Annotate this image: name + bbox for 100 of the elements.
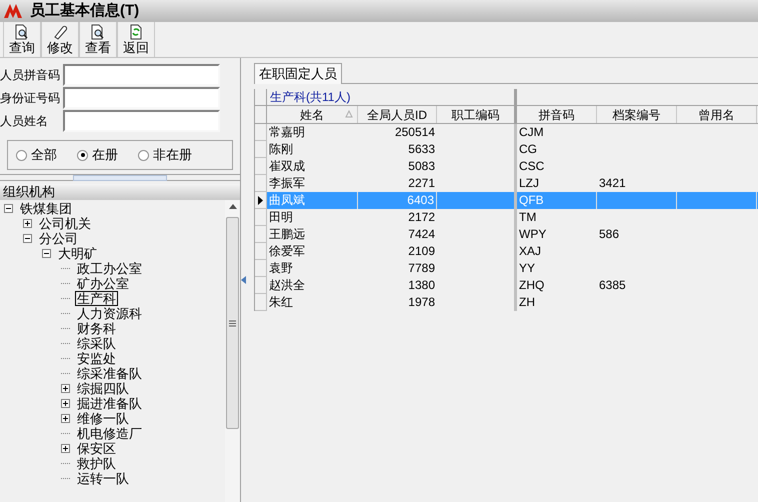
collapse-icon[interactable] xyxy=(42,249,51,258)
input-field[interactable] xyxy=(63,64,220,86)
column-header[interactable]: 职工编码 xyxy=(437,106,517,123)
tree-item[interactable]: 铁煤集团 xyxy=(18,201,74,216)
radio-option[interactable]: 非在册 xyxy=(138,145,192,165)
tree-item[interactable]: 矿办公室 xyxy=(75,276,131,291)
table-cell-text: 7424 xyxy=(407,226,436,243)
row-pointer-icon xyxy=(258,196,263,204)
search-icon xyxy=(14,24,30,40)
toolbar-button[interactable]: 查询 xyxy=(3,22,41,57)
expand-icon[interactable] xyxy=(61,444,70,453)
window-title: 员工基本信息(T) xyxy=(30,0,140,21)
input-field[interactable] xyxy=(63,87,220,109)
table-cell-text: TM xyxy=(518,209,538,226)
radio-button[interactable] xyxy=(138,150,149,160)
tree-item[interactable]: 安监处 xyxy=(75,351,118,366)
table-cell-text: 田明 xyxy=(268,209,294,226)
group-header: 生产科(共11人) xyxy=(267,89,517,105)
toolbar-button[interactable]: 返回 xyxy=(117,22,155,57)
table-cell-text: 5633 xyxy=(407,141,436,158)
column-header[interactable]: 全局人员ID xyxy=(358,106,437,123)
table-cell-text: 崔双成 xyxy=(268,158,306,175)
column-header[interactable]: 姓名 xyxy=(267,106,358,123)
tree-item[interactable]: 运转一队 xyxy=(75,471,131,486)
tree-item[interactable]: 综采准备队 xyxy=(75,366,144,381)
field-label: 人员拼音码 xyxy=(0,67,61,84)
radio-button[interactable] xyxy=(16,150,27,160)
table-cell-text: 王鹏远 xyxy=(268,226,306,243)
radio-option[interactable]: 在册 xyxy=(77,145,118,165)
table-cell-text: XAJ xyxy=(518,243,542,260)
table-cell-text: CG xyxy=(518,141,538,158)
table-row[interactable]: 朱红 1978 ZH xyxy=(255,294,758,311)
search-icon xyxy=(90,24,106,40)
table-cell-text: 2271 xyxy=(407,175,436,192)
expand-icon[interactable] xyxy=(61,399,70,408)
expand-icon[interactable] xyxy=(61,384,70,393)
tree-item[interactable]: 掘进准备队 xyxy=(75,396,144,411)
table-cell-text: 徐爱军 xyxy=(268,243,306,260)
tree-item[interactable]: 政工办公室 xyxy=(75,261,144,276)
expand-icon[interactable] xyxy=(23,219,32,228)
field-label: 人员姓名 xyxy=(0,113,49,130)
tree-item[interactable]: 大明矿 xyxy=(56,246,99,261)
table-cell-text: ZHQ xyxy=(518,277,546,294)
scroll-thumb[interactable] xyxy=(226,217,239,429)
tree-item[interactable]: 机电修造厂 xyxy=(75,426,144,441)
table-cell-text: 586 xyxy=(598,226,620,243)
tree-item[interactable]: 分公司 xyxy=(37,231,80,246)
table-cell-text: 袁野 xyxy=(268,260,294,277)
scrollbar[interactable] xyxy=(225,200,240,502)
toolbar-button[interactable]: 查看 xyxy=(79,22,117,57)
tree-item[interactable]: 综采队 xyxy=(75,336,118,351)
toolbar-button[interactable]: 修改 xyxy=(41,22,79,57)
column-header[interactable]: 拼音码 xyxy=(517,106,597,123)
table-cell-text: 陈刚 xyxy=(268,141,294,158)
column-header[interactable]: 曾用名 xyxy=(677,106,757,123)
table-cell-text: 3421 xyxy=(598,175,627,192)
table-cell-text: CSC xyxy=(518,158,546,175)
tree-item[interactable]: 财务科 xyxy=(75,321,118,336)
table-cell-text: 7789 xyxy=(407,260,436,277)
table-cell: 6403 xyxy=(358,192,437,209)
refresh-icon xyxy=(128,24,144,40)
collapse-icon[interactable] xyxy=(23,234,32,243)
table-cell: 曲凤斌 xyxy=(267,192,358,209)
tree-item[interactable]: 人力资源科 xyxy=(75,306,144,321)
table-cell-text: 朱红 xyxy=(268,294,294,311)
tree-item[interactable]: 生产科 xyxy=(75,291,118,306)
tree-item[interactable]: 综掘四队 xyxy=(75,381,131,396)
table-cell-text: YY xyxy=(518,260,536,277)
table-cell-text: 李振军 xyxy=(268,175,306,192)
table-cell-text: 2172 xyxy=(407,209,436,226)
input-field[interactable] xyxy=(63,110,220,132)
table-cell-text: 2109 xyxy=(407,243,436,260)
scroll-up-icon[interactable] xyxy=(228,204,236,209)
radio-option[interactable]: 全部 xyxy=(16,145,57,165)
logo-icon xyxy=(4,4,22,18)
table-cell-text: 1978 xyxy=(407,294,436,311)
collapse-icon[interactable] xyxy=(4,204,13,213)
table-cell-text: 1380 xyxy=(407,277,436,294)
table-cell-text: WPY xyxy=(518,226,548,243)
tab[interactable]: 在职固定人员 xyxy=(254,63,342,84)
table-cell-text: 6385 xyxy=(598,277,627,294)
table-cell-text: ZH xyxy=(518,294,536,311)
column-header[interactable]: 档案编号 xyxy=(597,106,677,123)
panel-header: 组织机构 xyxy=(0,184,240,200)
expand-icon[interactable] xyxy=(61,414,70,423)
table-cell-text: 250514 xyxy=(394,124,436,141)
collapse-arrow-icon[interactable] xyxy=(241,276,246,284)
tree-item[interactable]: 救护队 xyxy=(75,456,118,471)
tree-item[interactable]: 公司机关 xyxy=(37,216,93,231)
radio-button[interactable] xyxy=(77,150,88,160)
table-cell: QFB xyxy=(517,192,597,209)
sort-icon xyxy=(345,110,353,118)
grip-icon xyxy=(229,320,236,326)
tree-item[interactable]: 保安区 xyxy=(75,441,118,456)
eraser-icon xyxy=(52,24,68,40)
table-cell-text: 5083 xyxy=(407,158,436,175)
table-cell-text: LZJ xyxy=(518,175,540,192)
field-label: 身份证号码 xyxy=(0,90,61,107)
tree-item[interactable]: 维修一队 xyxy=(75,411,131,426)
table-cell-text: 常嘉明 xyxy=(268,124,306,141)
